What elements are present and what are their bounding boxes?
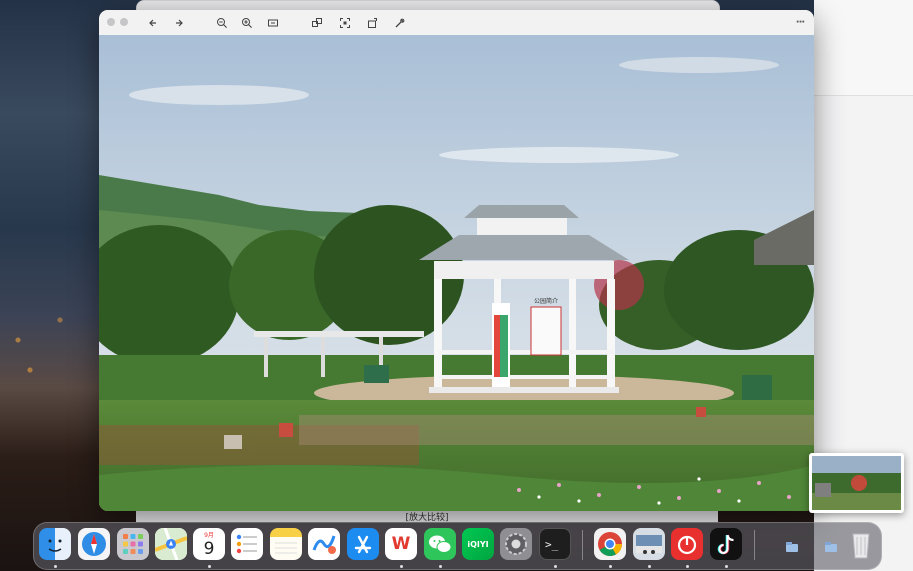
crop-icon[interactable] — [336, 14, 354, 31]
share-icon[interactable] — [308, 14, 326, 31]
sign-title-text: 公园简介 — [534, 297, 558, 305]
freeform-icon[interactable] — [308, 528, 340, 560]
notes-icon[interactable] — [270, 528, 302, 560]
netease-running-indicator — [686, 565, 689, 568]
tiktok-icon[interactable] — [710, 528, 742, 560]
app-store-icon[interactable] — [347, 528, 379, 560]
rotate-icon[interactable] — [364, 14, 382, 31]
wps-office-icon[interactable]: W — [385, 528, 417, 560]
trash-icon[interactable] — [845, 528, 877, 560]
preview-running-indicator — [648, 565, 651, 568]
launchpad-icon[interactable] — [117, 528, 149, 560]
viewer-toolbar: ··· — [99, 10, 814, 36]
markup-icon[interactable] — [391, 14, 409, 31]
chrome-icon[interactable] — [594, 528, 626, 560]
screenshot-thumbnail[interactable] — [809, 453, 904, 513]
background-window-caption: [放大比较] — [405, 512, 449, 523]
image-viewer-window[interactable]: ··· 公园简介 — [99, 10, 814, 511]
reminders-icon[interactable] — [231, 528, 263, 560]
maps-icon[interactable] — [155, 528, 187, 560]
dock-separator — [582, 530, 583, 560]
chrome-running-indicator — [609, 565, 612, 568]
fit-to-window-icon[interactable] — [264, 14, 282, 31]
background-window-right-header — [814, 0, 913, 96]
wechat-icon[interactable] — [424, 528, 456, 560]
wechat-running-indicator — [439, 565, 442, 568]
arrow-left-icon[interactable] — [144, 14, 162, 31]
netease-music-icon[interactable] — [671, 528, 703, 560]
dock-separator-2 — [754, 530, 755, 560]
zoom-out-icon[interactable] — [213, 14, 231, 31]
calendar-running-indicator — [208, 565, 211, 568]
calendar-icon[interactable]: 9月 9 — [193, 528, 225, 560]
arrow-right-icon[interactable] — [170, 14, 188, 31]
more-options-button[interactable]: ··· — [791, 14, 809, 31]
safari-icon[interactable] — [78, 528, 110, 560]
calendar-day: 9 — [203, 539, 215, 559]
preview-icon[interactable] — [633, 528, 665, 560]
downloads-folder-icon[interactable] — [778, 528, 806, 560]
documents-folder-icon[interactable] — [817, 528, 845, 560]
finder-running-indicator — [54, 565, 57, 568]
terminal-running-indicator — [554, 565, 557, 568]
finder-icon[interactable] — [39, 528, 71, 560]
tiktok-running-indicator — [725, 565, 728, 568]
close-button[interactable] — [107, 18, 115, 26]
zoom-in-icon[interactable] — [238, 14, 256, 31]
wps-running-indicator — [400, 565, 403, 568]
minimize-button[interactable] — [120, 18, 128, 26]
system-settings-icon[interactable] — [500, 528, 532, 560]
photo-canvas: 公园简介 — [99, 35, 814, 511]
iqiyi-icon[interactable]: iQIYI — [462, 528, 494, 560]
terminal-icon[interactable]: >_ — [539, 528, 571, 560]
